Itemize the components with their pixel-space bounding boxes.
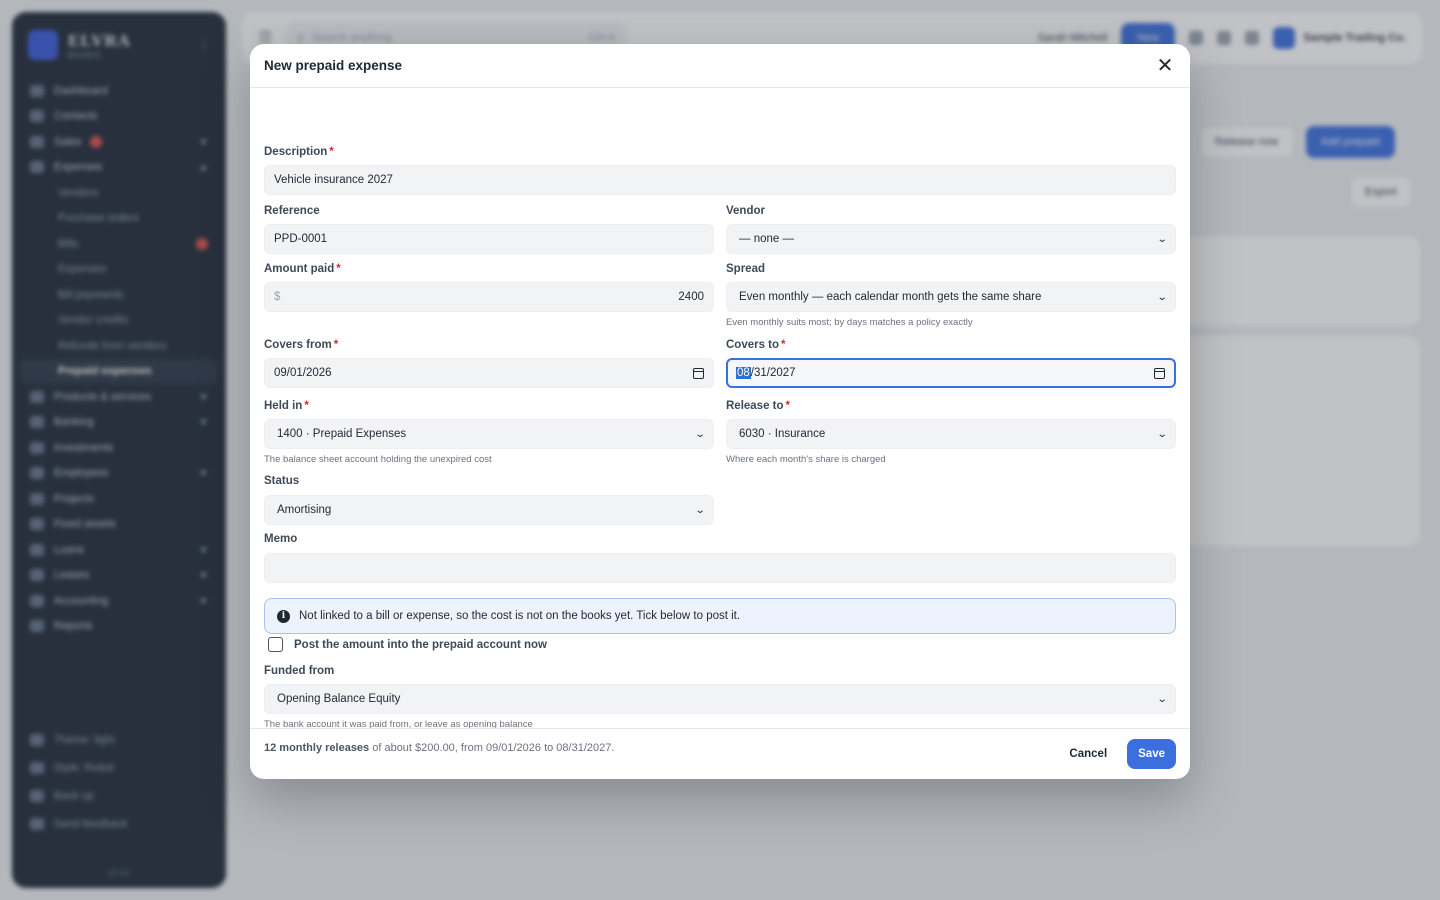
reference-input[interactable]: PPD-0001 bbox=[264, 224, 714, 254]
funded-from-label: Funded from bbox=[264, 665, 335, 677]
description-field: Description * Vehicle insurance 2027 bbox=[264, 146, 1176, 195]
covers-from-label: Covers from * bbox=[264, 339, 339, 351]
covers-from-field: Covers from * 09/01/2026 bbox=[264, 339, 714, 388]
amount-value: 2400 bbox=[678, 291, 704, 303]
memo-label: Memo bbox=[264, 533, 298, 545]
info-text: Not linked to a bill or expense, so the … bbox=[299, 610, 741, 622]
dialog-title: New prepaid expense bbox=[264, 58, 403, 73]
release-to-value: 6030 · Insurance bbox=[739, 428, 826, 440]
status-value: Amortising bbox=[277, 504, 332, 516]
chevron-down-icon: ⌄ bbox=[1156, 428, 1168, 440]
reference-value: PPD-0001 bbox=[274, 233, 328, 245]
spread-label: Spread bbox=[726, 263, 765, 275]
spread-field: Spread Even monthly — each calendar mont… bbox=[726, 263, 1176, 328]
held-in-help: The balance sheet account holding the un… bbox=[264, 454, 492, 465]
cancel-button[interactable]: Cancel bbox=[1065, 742, 1111, 766]
status-label: Status bbox=[264, 475, 300, 487]
close-icon[interactable]: ✕ bbox=[1154, 55, 1176, 77]
chevron-down-icon: ⌄ bbox=[1156, 291, 1168, 303]
amount-field: Amount paid * $2400 bbox=[264, 263, 714, 312]
held-in-label: Held in * bbox=[264, 400, 309, 412]
covers-to-rest: /31/2027 bbox=[750, 367, 796, 379]
spread-help: Even monthly suits most; by days matches… bbox=[726, 317, 973, 328]
covers-to-month-selected[interactable]: 08 bbox=[736, 367, 751, 379]
spread-select[interactable]: Even monthly — each calendar month gets … bbox=[726, 282, 1176, 312]
dialog-header: New prepaid expense ✕ bbox=[250, 44, 1190, 88]
calendar-icon[interactable] bbox=[693, 367, 704, 379]
held-in-field: Held in * 1400 · Prepaid Expenses ⌄ The ba… bbox=[264, 400, 714, 465]
memo-input[interactable] bbox=[264, 553, 1176, 583]
currency-symbol: $ bbox=[274, 291, 281, 303]
calendar-icon[interactable] bbox=[1154, 367, 1165, 379]
spread-value: Even monthly — each calendar month gets … bbox=[739, 291, 1042, 303]
vendor-field: Vendor — none — ⌄ bbox=[726, 205, 1176, 254]
chevron-down-icon: ⌄ bbox=[694, 504, 706, 516]
description-value: Vehicle insurance 2027 bbox=[274, 174, 393, 186]
new-prepaid-dialog: New prepaid expense ✕ Description * Vehic… bbox=[250, 44, 1190, 779]
covers-from-value: 09/01/2026 bbox=[274, 367, 332, 379]
covers-to-input[interactable]: 08/31/2027 bbox=[726, 358, 1176, 388]
description-label: Description * bbox=[264, 146, 334, 158]
chevron-down-icon: ⌄ bbox=[1156, 693, 1168, 705]
chevron-down-icon: ⌄ bbox=[694, 428, 706, 440]
dialog-footer: Cancel Save bbox=[250, 728, 1190, 779]
status-field: Status Amortising ⌄ bbox=[264, 475, 714, 525]
post-amount-checkbox[interactable] bbox=[268, 637, 283, 652]
vendor-label: Vendor bbox=[726, 205, 765, 217]
release-to-field: Release to * 6030 · Insurance ⌄ Where each… bbox=[726, 400, 1176, 465]
vendor-select[interactable]: — none — ⌄ bbox=[726, 224, 1176, 254]
held-in-value: 1400 · Prepaid Expenses bbox=[277, 428, 407, 440]
post-amount-label[interactable]: Post the amount into the prepaid account… bbox=[294, 639, 547, 651]
funded-from-value: Opening Balance Equity bbox=[277, 693, 401, 705]
covers-to-field: Covers to * 08/31/2027 bbox=[726, 339, 1176, 388]
memo-field: Memo bbox=[264, 533, 1176, 583]
info-icon: i bbox=[277, 609, 290, 623]
amount-label: Amount paid * bbox=[264, 263, 341, 275]
release-to-select[interactable]: 6030 · Insurance ⌄ bbox=[726, 419, 1176, 449]
funded-from-field: Funded from Opening Balance Equity ⌄ The … bbox=[264, 665, 1176, 730]
info-alert: i Not linked to a bill or expense, so th… bbox=[264, 598, 1176, 634]
description-input[interactable]: Vehicle insurance 2027 bbox=[264, 165, 1176, 195]
held-in-select[interactable]: 1400 · Prepaid Expenses ⌄ bbox=[264, 419, 714, 449]
release-to-help: Where each month's share is charged bbox=[726, 454, 886, 465]
covers-to-label: Covers to * bbox=[726, 339, 786, 351]
release-to-label: Release to * bbox=[726, 400, 791, 412]
covers-from-input[interactable]: 09/01/2026 bbox=[264, 358, 714, 388]
funded-from-select[interactable]: Opening Balance Equity ⌄ bbox=[264, 684, 1176, 714]
status-select[interactable]: Amortising ⌄ bbox=[264, 495, 714, 525]
amount-input[interactable]: $2400 bbox=[264, 282, 714, 312]
reference-label: Reference bbox=[264, 205, 320, 217]
chevron-down-icon: ⌄ bbox=[1156, 233, 1168, 245]
save-button[interactable]: Save bbox=[1127, 739, 1176, 769]
post-amount-row: Post the amount into the prepaid account… bbox=[268, 637, 547, 652]
reference-field: Reference PPD-0001 bbox=[264, 205, 714, 254]
vendor-value: — none — bbox=[739, 233, 794, 245]
